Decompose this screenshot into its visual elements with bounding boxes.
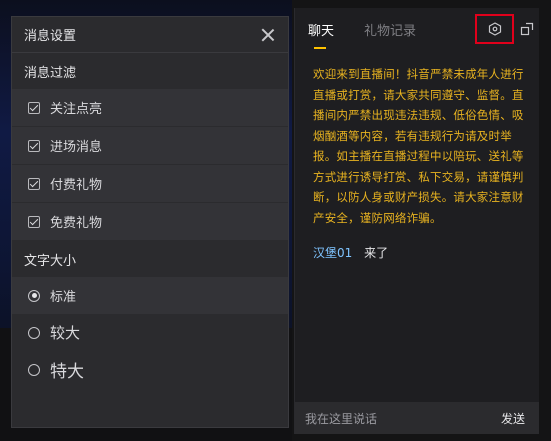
message-settings-panel: 消息设置 消息过滤 关注点亮 进场消息 付费礼物 免费礼物 文字大小 标准 较大…: [11, 16, 289, 428]
chat-message-text: 来了: [364, 246, 389, 260]
checkbox-icon[interactable]: [28, 101, 40, 114]
chat-panel: 聊天 礼物记录 欢迎来到直播间！抖音严禁未成年人进行直播或打赏，请大家共同遵守、…: [294, 8, 539, 434]
close-icon[interactable]: [260, 27, 276, 43]
tab-chat[interactable]: 聊天: [308, 20, 334, 49]
chat-input-bar: 我在这里说话 发送: [295, 402, 539, 434]
chat-input[interactable]: 我在这里说话: [305, 410, 377, 427]
font-size-option-label: 较大: [50, 324, 81, 342]
filter-section-label: 消息过滤: [24, 65, 77, 81]
settings-title: 消息设置: [24, 29, 77, 44]
chat-tabs: 聊天 礼物记录: [295, 8, 539, 50]
font-size-option-standard[interactable]: 标准: [12, 277, 288, 314]
checkbox-icon[interactable]: [28, 139, 40, 152]
font-size-option-xlarge[interactable]: 特大: [12, 351, 288, 388]
filter-option-follow[interactable]: 关注点亮: [12, 89, 288, 126]
chat-settings-button[interactable]: [475, 14, 514, 44]
filter-option-paid-gift[interactable]: 付费礼物: [12, 165, 288, 202]
radio-checked-icon[interactable]: [28, 289, 40, 302]
welcome-notice: 欢迎来到直播间！抖音严禁未成年人进行直播或打赏，请大家共同遵守、监督。直播间内严…: [313, 67, 524, 225]
chat-username[interactable]: 汉堡01: [313, 246, 352, 260]
send-button[interactable]: 发送: [501, 410, 525, 427]
radio-icon[interactable]: [28, 326, 40, 339]
popout-icon[interactable]: [520, 22, 534, 36]
settings-header: 消息设置: [12, 17, 288, 53]
font-size-section-label: 文字大小: [24, 253, 77, 269]
filter-option-label: 付费礼物: [50, 178, 103, 193]
checkbox-icon[interactable]: [28, 215, 40, 228]
filter-option-label: 关注点亮: [50, 102, 103, 117]
radio-icon[interactable]: [28, 363, 40, 376]
font-size-option-label: 特大: [50, 362, 84, 382]
filter-option-free-gift[interactable]: 免费礼物: [12, 203, 288, 240]
chat-messages: 欢迎来到直播间！抖音严禁未成年人进行直播或打赏，请大家共同遵守、监督。直播间内严…: [295, 50, 539, 261]
font-size-option-label: 标准: [50, 290, 77, 305]
filter-option-entry[interactable]: 进场消息: [12, 127, 288, 164]
chat-message: 汉堡01 来了: [313, 244, 525, 261]
settings-hexagon-icon: [488, 22, 501, 36]
font-size-option-large[interactable]: 较大: [12, 314, 288, 351]
filter-option-label: 进场消息: [50, 140, 103, 155]
filter-option-label: 免费礼物: [50, 216, 103, 231]
checkbox-icon[interactable]: [28, 177, 40, 190]
tab-gift-records[interactable]: 礼物记录: [364, 20, 416, 39]
